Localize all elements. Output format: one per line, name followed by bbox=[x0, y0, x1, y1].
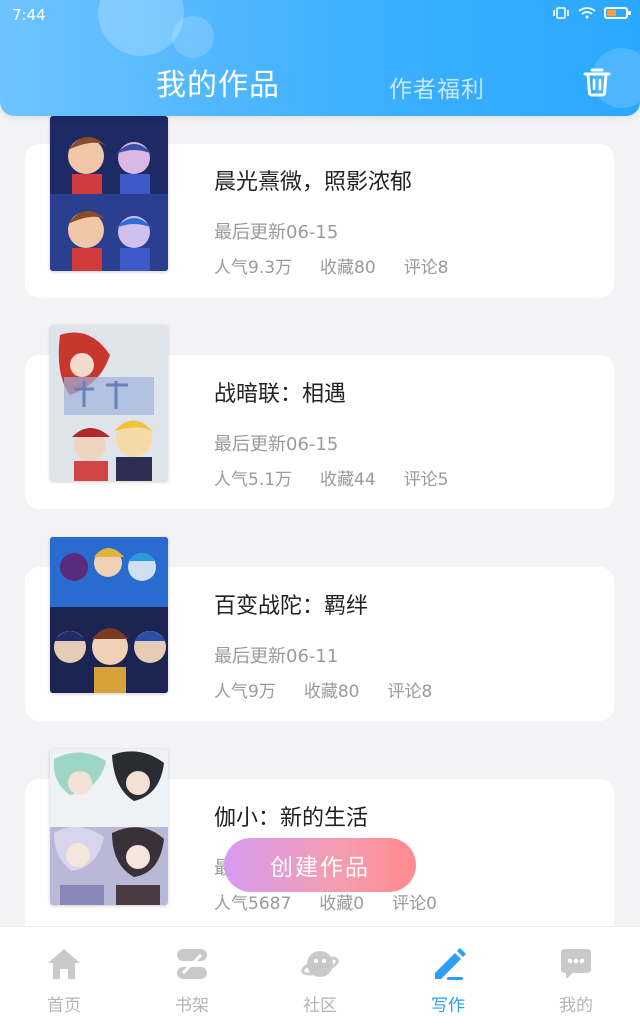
comments-stat: 评论5 bbox=[403, 470, 449, 490]
work-cover[interactable] bbox=[50, 116, 168, 271]
comments-stat: 评论8 bbox=[403, 258, 449, 278]
decor-bubble bbox=[98, 0, 184, 56]
popularity-stat: 人气9.3万 bbox=[214, 258, 293, 278]
nav-item-bookshelf[interactable]: 书架 bbox=[128, 927, 256, 1025]
status-icons bbox=[552, 7, 631, 19]
favorites-stat: 收藏80 bbox=[320, 258, 376, 278]
community-planet-icon bbox=[301, 951, 339, 977]
home-icon bbox=[48, 949, 80, 979]
battery-icon bbox=[604, 7, 631, 19]
nav-label: 社区 bbox=[303, 996, 337, 1016]
nav-label: 我的 bbox=[559, 996, 593, 1016]
work-title: 战暗联：相遇 bbox=[214, 382, 347, 407]
work-title: 百变战陀：羁绊 bbox=[214, 594, 369, 619]
nav-label: 书架 bbox=[175, 996, 209, 1016]
work-cover[interactable] bbox=[50, 749, 168, 905]
work-title: 伽小：新的生活 bbox=[214, 806, 369, 831]
work-updated: 最后更新06-15 bbox=[214, 222, 339, 243]
favorites-stat: 收藏44 bbox=[320, 470, 376, 490]
nav-label: 写作 bbox=[431, 996, 465, 1016]
top-header: 7:44 我的作品 作者福利 bbox=[0, 0, 640, 116]
work-updated: 最后更新06-15 bbox=[214, 434, 339, 455]
pen-icon bbox=[435, 948, 466, 980]
popularity-stat: 人气5.1万 bbox=[214, 470, 293, 490]
favorites-stat: 收藏0 bbox=[319, 894, 365, 914]
cover-image bbox=[50, 116, 168, 271]
work-cover[interactable] bbox=[50, 325, 168, 481]
wifi-icon bbox=[578, 7, 596, 19]
work-cover[interactable] bbox=[50, 537, 168, 693]
comments-stat: 评论0 bbox=[392, 894, 437, 914]
bottom-nav: 首页 书架 社区 写作 我的 bbox=[0, 926, 640, 1025]
work-title: 晨光熹微，照影浓郁 bbox=[214, 170, 413, 195]
nav-label: 首页 bbox=[47, 996, 81, 1016]
popularity-stat: 人气5687 bbox=[214, 894, 292, 914]
cover-image bbox=[50, 749, 168, 905]
work-item[interactable]: 战暗联：相遇 最后更新06-15 人气5.1万 收藏44 评论5 bbox=[0, 325, 640, 528]
work-updated: 最后更新06-11 bbox=[214, 646, 339, 667]
trash-icon[interactable] bbox=[580, 64, 614, 98]
vibrate-icon bbox=[553, 7, 569, 19]
work-stats: 人气5.1万 收藏44 评论5 bbox=[214, 465, 449, 490]
nav-item-home[interactable]: 首页 bbox=[0, 927, 128, 1025]
bookshelf-icon bbox=[177, 949, 207, 979]
work-stats: 人气9.3万 收藏80 评论8 bbox=[214, 253, 449, 278]
work-stats: 人气9万 收藏80 评论8 bbox=[214, 677, 432, 702]
create-work-button[interactable]: 创建作品 bbox=[224, 838, 416, 892]
popularity-stat: 人气9万 bbox=[214, 682, 276, 702]
comments-stat: 评论8 bbox=[387, 682, 433, 702]
work-item[interactable]: 晨光熹微，照影浓郁 最后更新06-15 人气9.3万 收藏80 评论8 bbox=[0, 116, 640, 316]
decor-bubble bbox=[172, 16, 214, 58]
work-stats: 人气5687 收藏0 评论0 bbox=[214, 889, 437, 914]
favorites-stat: 收藏80 bbox=[303, 682, 360, 702]
nav-item-community[interactable]: 社区 bbox=[256, 927, 384, 1025]
cover-image bbox=[50, 325, 168, 481]
cover-image bbox=[50, 537, 168, 693]
nav-item-write[interactable]: 写作 bbox=[384, 927, 512, 1025]
work-item[interactable]: 百变战陀：羁绊 最后更新06-11 人气9万 收藏80 评论8 bbox=[0, 537, 640, 740]
tab-my-works[interactable]: 我的作品 bbox=[156, 60, 280, 104]
tab-author-benefits[interactable]: 作者福利 bbox=[389, 70, 485, 104]
status-time: 7:44 bbox=[12, 6, 46, 24]
chat-bubble-icon bbox=[561, 949, 591, 979]
nav-item-mine[interactable]: 我的 bbox=[512, 927, 640, 1025]
